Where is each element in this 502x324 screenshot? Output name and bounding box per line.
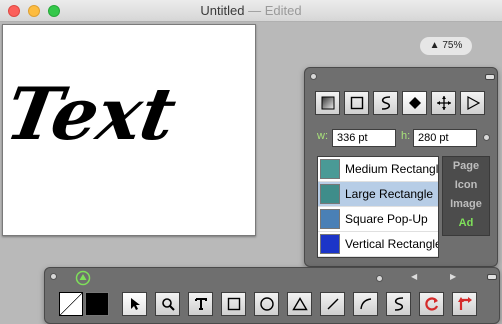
template-swatch-medium-rectangle — [320, 159, 340, 179]
width-label: w: — [317, 130, 328, 142]
arc-tool-icon — [359, 298, 371, 310]
panel-collapse-handle[interactable] — [485, 74, 495, 80]
stroke-swatch[interactable] — [85, 292, 109, 316]
tools-panel: ◀ ▶ — [44, 267, 500, 324]
canvas-text: Text — [3, 73, 182, 157]
window-title: Untitled — Edited — [200, 3, 302, 18]
play-tool-icon — [466, 96, 480, 110]
window-titlebar: Untitled — Edited — [0, 0, 502, 22]
scroll-left-icon[interactable]: ◀ — [411, 272, 417, 281]
preview-button[interactable] — [460, 91, 485, 115]
height-field[interactable]: 280 pt — [413, 129, 477, 147]
text-tool-icon — [194, 298, 207, 310]
arc-tool-button[interactable] — [353, 292, 378, 316]
category-icon[interactable]: Icon — [443, 176, 489, 195]
diamond-tool-icon — [408, 97, 421, 109]
scroll-right-icon[interactable]: ▶ — [450, 272, 456, 281]
zoom-level-control[interactable]: ▲ 75% — [420, 37, 472, 55]
list-item[interactable]: Medium Rectangle — [318, 157, 438, 182]
rectangle-shape-button[interactable] — [344, 91, 369, 115]
category-page[interactable]: Page — [443, 157, 489, 176]
properties-panel: w: 336 pt h: 280 pt Medium Rectangle Lar… — [304, 67, 498, 267]
text-tool-button[interactable] — [188, 292, 213, 316]
rotate-tool-icon — [424, 297, 438, 311]
transform-tool-button[interactable] — [452, 292, 477, 316]
triangle-tool-button[interactable] — [287, 292, 312, 316]
path-shape-button[interactable] — [373, 91, 398, 115]
category-ad[interactable]: Ad — [443, 214, 489, 233]
line-tool-icon — [327, 298, 338, 310]
move-tool-icon — [436, 96, 451, 110]
oval-tool-icon — [259, 297, 274, 311]
pointer-tool-icon — [130, 298, 140, 310]
tools-collapse-handle[interactable] — [487, 274, 497, 280]
list-item[interactable]: Square Pop-Up — [318, 207, 438, 232]
template-list[interactable]: Medium Rectangle Large Rectangle Square … — [317, 156, 439, 258]
fill-swatch[interactable] — [59, 292, 83, 316]
list-item[interactable]: Vertical Rectangle — [318, 232, 438, 257]
zoom-window-button[interactable] — [48, 5, 60, 17]
canvas-artwork: Text — [0, 73, 182, 157]
rectangle-tool-icon — [350, 96, 363, 110]
gradient-tool-icon — [321, 96, 334, 110]
rectangle-tool-icon — [227, 297, 240, 311]
template-swatch-large-rectangle — [320, 184, 340, 204]
pen-tool-button[interactable] — [386, 292, 411, 316]
rotate-tool-button[interactable] — [419, 292, 444, 316]
height-label: h: — [401, 130, 411, 142]
path-tool-icon — [381, 96, 390, 110]
tools-options-knob[interactable] — [376, 275, 383, 282]
gradient-tool-button[interactable] — [315, 91, 340, 115]
template-swatch-square-pop-up — [320, 209, 340, 229]
template-swatch-vertical-rectangle — [320, 234, 340, 254]
list-item[interactable]: Large Rectangle — [318, 182, 438, 207]
diamond-shape-button[interactable] — [402, 91, 427, 115]
minimize-window-button[interactable] — [28, 5, 40, 17]
up-arrow-circle-icon[interactable] — [75, 270, 91, 286]
move-button[interactable] — [431, 91, 456, 115]
template-category-list: Page Icon Image Ad — [442, 156, 490, 236]
document-canvas[interactable]: Text — [0, 24, 256, 236]
category-image[interactable]: Image — [443, 195, 489, 214]
pen-tool-icon — [394, 297, 403, 311]
width-field[interactable]: 336 pt — [332, 129, 396, 147]
line-tool-button[interactable] — [320, 292, 345, 316]
zoom-tool-button[interactable] — [155, 292, 180, 316]
panel-close-knob[interactable] — [310, 73, 317, 80]
transform-tool-icon — [457, 297, 472, 310]
rectangle-tool-button[interactable] — [221, 292, 246, 316]
tools-close-knob[interactable] — [50, 273, 57, 280]
size-options-knob[interactable] — [483, 134, 490, 141]
close-window-button[interactable] — [8, 5, 20, 17]
oval-tool-button[interactable] — [254, 292, 279, 316]
triangle-tool-icon — [291, 297, 308, 311]
pointer-tool-button[interactable] — [122, 292, 147, 316]
zoom-tool-icon — [161, 298, 175, 311]
